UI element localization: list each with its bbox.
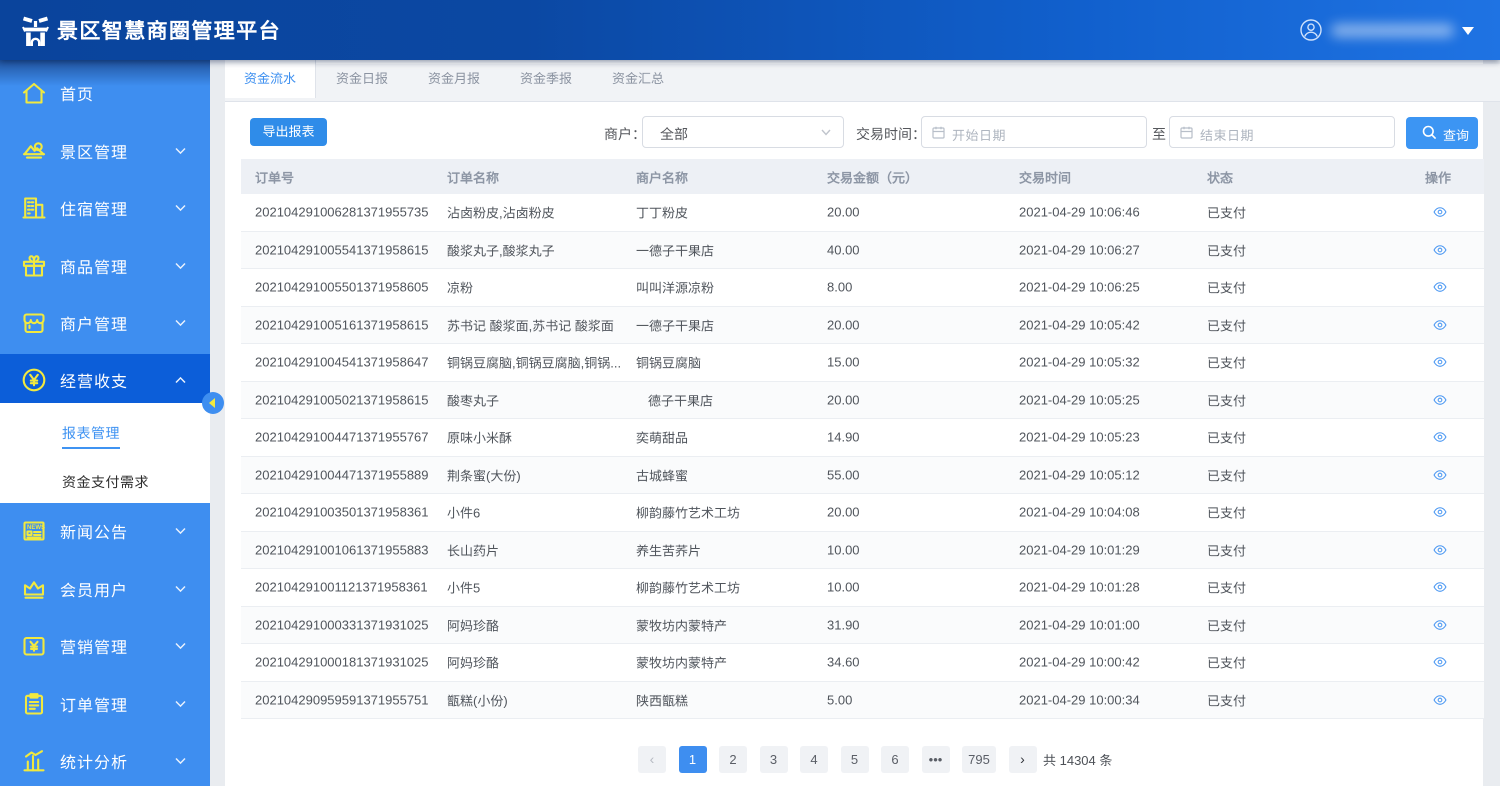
svg-text:NEWS: NEWS <box>27 525 45 531</box>
